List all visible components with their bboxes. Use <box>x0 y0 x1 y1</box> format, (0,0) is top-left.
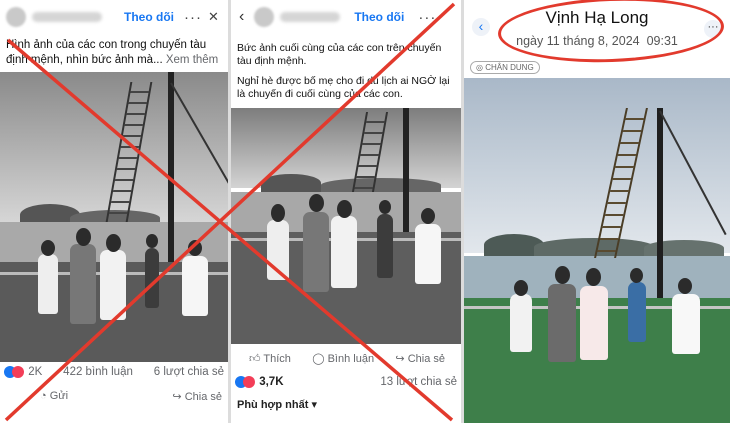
post-header: ‹ Theo dõi ··· <box>231 0 461 34</box>
post-panel-1: Theo dõi ··· ✕ Hình ảnh của các con tron… <box>0 0 228 423</box>
love-reaction-icon <box>243 376 255 388</box>
share-icon: ↪ <box>395 353 405 365</box>
portrait-badge: ◎ CHÂN DUNG <box>470 61 540 74</box>
send-button[interactable]: ◔ Gửi <box>40 390 68 403</box>
thumbs-up-icon: 👍︎ <box>249 353 261 365</box>
comment-label: Bình luận <box>327 353 375 365</box>
post-header: Theo dõi ··· ✕ <box>0 0 228 34</box>
comment-icon: ◯ <box>312 353 325 365</box>
share-count[interactable]: 6 lượt chia sẻ <box>154 366 224 378</box>
sort-label: Phù hợp nhất <box>237 399 309 411</box>
see-more-link[interactable]: Xem thêm <box>166 54 218 66</box>
share-label: Chia sẻ <box>184 391 222 403</box>
post-actions: 👍︎ Thích ◯ Bình luận ↪ Chia sẻ <box>249 352 445 365</box>
reaction-summary[interactable]: 3,7K <box>235 376 284 388</box>
like-button[interactable]: 👍︎ Thích <box>249 352 291 365</box>
comment-count[interactable]: 422 bình luận <box>63 366 133 378</box>
red-highlight-ellipse <box>496 0 726 66</box>
caption-line-2: Nghỉ hè được bố mẹ cho đi du lịch ai NGỜ… <box>237 75 450 100</box>
share-count[interactable]: 13 lượt chia sẻ <box>380 376 457 388</box>
more-options-icon[interactable]: ··· <box>184 9 202 26</box>
post-actions: ◔ Gửi ↪ Chia sẻ <box>40 390 222 403</box>
post-stats: 3,7K 13 lượt chia sẻ <box>235 376 457 388</box>
post-photo[interactable] <box>0 72 228 362</box>
share-icon: ↪ <box>172 391 182 403</box>
reaction-count: 2K <box>28 366 43 379</box>
photo-detail-panel: ‹ Vịnh Hạ Long ngày 11 tháng 8, 2024 09:… <box>464 0 730 423</box>
share-label: Chia sẻ <box>407 353 445 365</box>
blurred-author-name[interactable] <box>280 12 341 22</box>
reaction-count: 3,7K <box>259 376 284 389</box>
close-icon[interactable]: ✕ <box>208 9 219 25</box>
post-caption: Bức ảnh cuối cùng của các con trên chuyế… <box>237 42 455 101</box>
comment-sort-dropdown[interactable]: Phù hợp nhất ▾ <box>237 398 317 411</box>
photo[interactable] <box>464 78 730 423</box>
follow-button[interactable]: Theo dõi <box>354 10 404 24</box>
blurred-author-name[interactable] <box>32 12 102 22</box>
badge-label: CHÂN DUNG <box>485 63 534 72</box>
like-label: Thích <box>263 353 291 365</box>
love-reaction-icon <box>12 366 24 378</box>
post-stats: 2K 422 bình luận 6 lượt chia sẻ <box>4 366 224 378</box>
share-button[interactable]: ↪ Chia sẻ <box>172 390 222 403</box>
avatar[interactable] <box>254 7 275 27</box>
back-arrow-icon[interactable]: ‹ <box>239 8 244 26</box>
reaction-summary[interactable]: 2K <box>4 366 42 378</box>
avatar[interactable] <box>6 7 26 27</box>
comment-button[interactable]: ◯ Bình luận <box>312 352 374 365</box>
post-caption: Hình ảnh của các con trong chuyến tàu đị… <box>6 38 222 68</box>
more-options-icon[interactable]: ··· <box>418 9 436 26</box>
post-panel-2: ‹ Theo dõi ··· Bức ảnh cuối cùng của các… <box>231 0 461 423</box>
share-button[interactable]: ↪ Chia sẻ <box>395 352 445 365</box>
follow-button[interactable]: Theo dõi <box>124 10 174 24</box>
send-label: Gửi <box>49 390 69 402</box>
caption-line-1: Bức ảnh cuối cùng của các con trên chuyế… <box>237 42 442 67</box>
portrait-icon: ◎ <box>476 63 483 72</box>
post-photo[interactable] <box>231 108 461 344</box>
chevron-down-icon: ▾ <box>311 399 317 411</box>
messenger-icon: ◔ <box>40 390 47 402</box>
